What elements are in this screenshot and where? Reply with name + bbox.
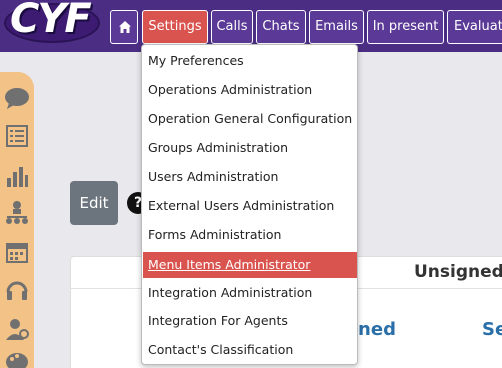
org-chart-icon[interactable] bbox=[3, 200, 31, 226]
menu-item-integration-for-agents[interactable]: Integration For Agents bbox=[143, 309, 357, 333]
menu-item-contacts-classification[interactable]: Contact's Classification bbox=[143, 338, 357, 362]
palette-icon[interactable] bbox=[3, 350, 31, 368]
menu-item-users-administration[interactable]: Users Administration bbox=[143, 165, 357, 189]
menu-item-integration-administration[interactable]: Integration Administration bbox=[143, 281, 357, 305]
headset-icon[interactable] bbox=[3, 278, 31, 304]
menu-item-operation-general-configuration[interactable]: Operation General Configuration bbox=[143, 107, 357, 131]
list-icon[interactable] bbox=[3, 124, 31, 150]
chat-bubble-icon[interactable] bbox=[3, 86, 31, 112]
nav-evaluations-button[interactable]: Evaluati bbox=[447, 10, 502, 44]
user-settings-icon[interactable] bbox=[3, 316, 31, 342]
app-logo[interactable]: CYF bbox=[4, 0, 104, 46]
nav-settings-button[interactable]: Settings bbox=[142, 10, 208, 44]
nav-chats-button[interactable]: Chats bbox=[256, 10, 306, 44]
panel-title: Unsigned bbox=[414, 262, 502, 282]
nav-calls-button[interactable]: Calls bbox=[211, 10, 253, 44]
menu-item-groups-administration[interactable]: Groups Administration bbox=[143, 136, 357, 160]
column-header-se[interactable]: Se bbox=[482, 319, 502, 340]
menu-item-menu-items-administrator[interactable]: Menu Items Administrator bbox=[143, 252, 357, 278]
nav-emails-button[interactable]: Emails bbox=[309, 10, 364, 44]
left-sidebar bbox=[0, 72, 34, 368]
menu-item-forms-administration[interactable]: Forms Administration bbox=[143, 223, 357, 247]
bar-chart-icon[interactable] bbox=[3, 164, 31, 190]
menu-item-operations-administration[interactable]: Operations Administration bbox=[143, 78, 357, 102]
edit-button[interactable]: Edit bbox=[70, 181, 118, 225]
menu-item-external-users-administration[interactable]: External Users Administration bbox=[143, 194, 357, 218]
nav-home-button[interactable] bbox=[110, 10, 138, 44]
home-icon bbox=[119, 21, 131, 33]
logo-text: CYF bbox=[10, 0, 92, 42]
calendar-icon[interactable] bbox=[3, 240, 31, 266]
settings-dropdown-menu: My Preferences Operations Administration… bbox=[141, 44, 358, 365]
nav-in-present-button[interactable]: In present bbox=[367, 10, 444, 44]
menu-item-my-preferences[interactable]: My Preferences bbox=[143, 49, 357, 73]
